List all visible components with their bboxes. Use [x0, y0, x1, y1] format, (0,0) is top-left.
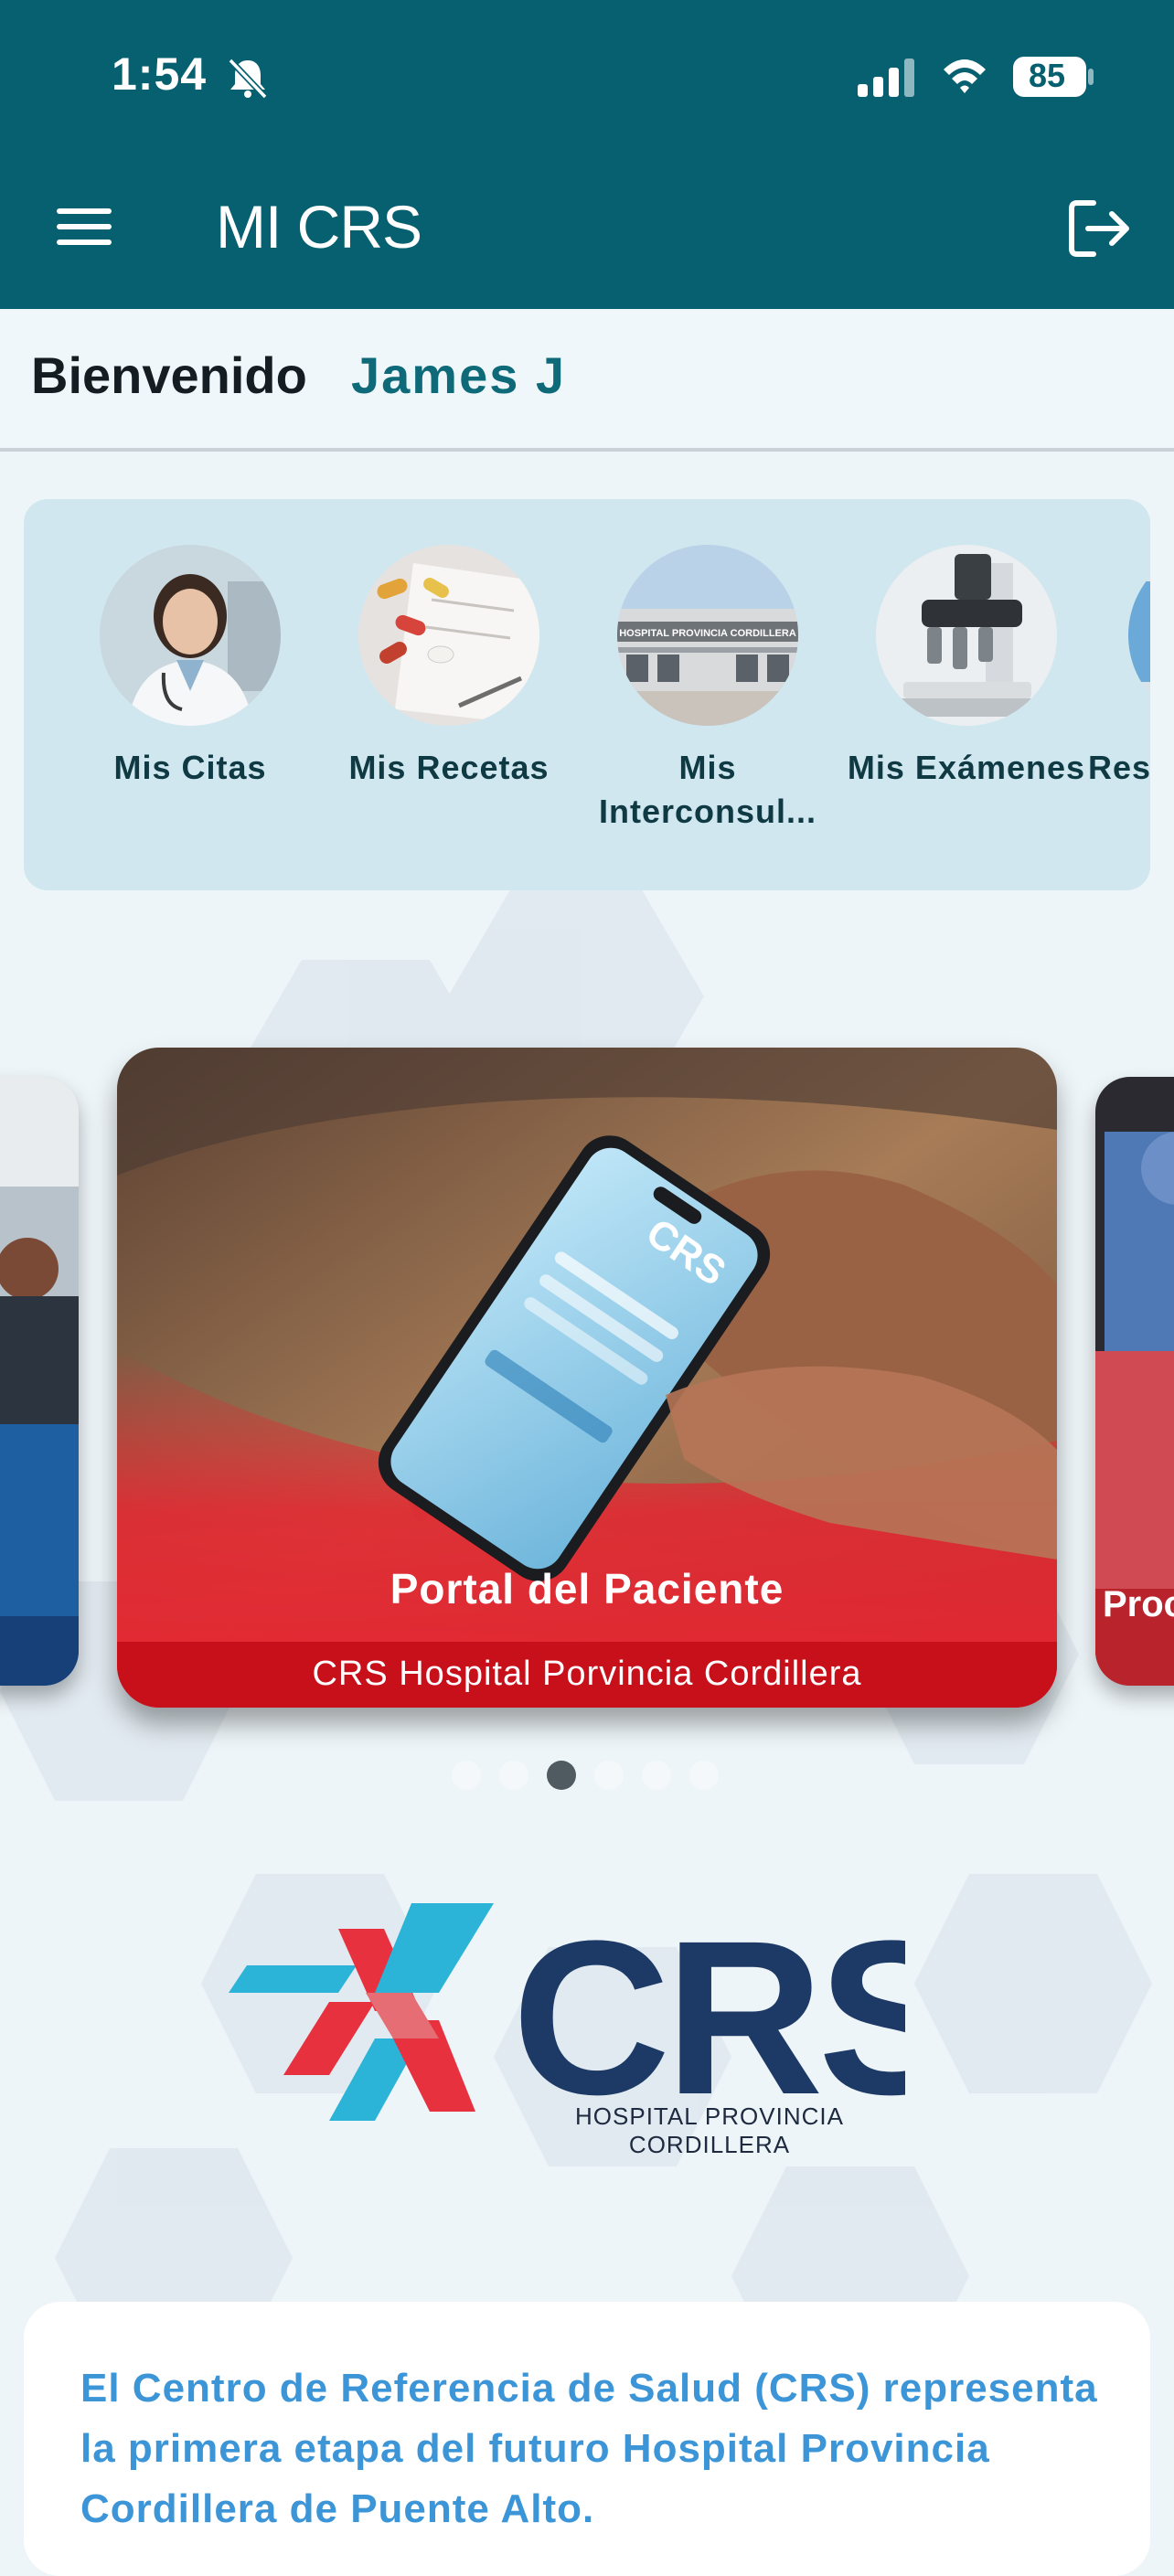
- quick-access-label: Mis Recetas: [348, 749, 550, 786]
- welcome-banner: Bienvenido James J: [0, 309, 1174, 452]
- svg-text:HOSPITAL PROVINCIA CORDILLERA: HOSPITAL PROVINCIA CORDILLERA: [619, 628, 796, 639]
- crs-star-mark: [229, 1903, 494, 2121]
- user-name: James J: [351, 346, 567, 404]
- quick-access-mis-citas[interactable]: Mis Citas: [67, 545, 314, 790]
- doctor-photo: [100, 545, 281, 726]
- carousel-dot-active[interactable]: [547, 1761, 576, 1790]
- carousel-dot[interactable]: [642, 1761, 671, 1790]
- carousel-pagination: [452, 1761, 726, 1792]
- hamburger-menu-icon[interactable]: [55, 203, 113, 250]
- pills-photo: [358, 545, 539, 726]
- logo-subtitle: HOSPITAL PROVINCIA CORDILLERA: [575, 2102, 844, 2158]
- carousel-card-portal-paciente[interactable]: CRS Portal del Paciente CRS Hospital Por…: [117, 1048, 1057, 1708]
- signal-icon: [858, 59, 914, 97]
- quick-access-label: Res: [1088, 749, 1150, 786]
- carousel-card-title: Portal del Paciente: [390, 1565, 784, 1613]
- carousel-card-subtitle: CRS Hospital Porvincia Cordillera: [312, 1655, 862, 1693]
- quick-access-label: Mis Exámenes: [847, 749, 1086, 786]
- wifi-icon: [944, 59, 986, 93]
- status-time: 1:54: [112, 48, 208, 100]
- logout-icon[interactable]: [1066, 196, 1132, 261]
- battery-level: 85: [1028, 57, 1066, 94]
- carousel-peek-label: Proc: [1103, 1584, 1174, 1624]
- quick-access-panel: Mis Citas Mis Recetas HOSPITAL PROVINCIA…: [24, 499, 1150, 890]
- info-card: El Centro de Referencia de Salud (CRS) r…: [24, 2302, 1150, 2576]
- bell-slash-icon: [228, 58, 268, 99]
- quick-access-label: Mis Interconsul...: [598, 749, 817, 830]
- status-bar: 1:54 85: [0, 0, 1174, 155]
- carousel-dot[interactable]: [452, 1761, 481, 1790]
- news-carousel: CRS Portal del Paciente CRS Hospital Por…: [0, 1042, 1174, 1719]
- quick-access-mis-interconsultas[interactable]: HOSPITAL PROVINCIA CORDILLERA Mis Interc…: [584, 545, 831, 834]
- carousel-dot[interactable]: [499, 1761, 528, 1790]
- quick-access-mis-examenes[interactable]: Mis Exámenes: [843, 545, 1090, 790]
- quick-access-partial-item[interactable]: Res: [1084, 545, 1150, 790]
- carousel-card-next[interactable]: Proc: [1095, 1077, 1174, 1686]
- quick-access-label: Mis Citas: [113, 749, 267, 786]
- quick-access-mis-recetas[interactable]: Mis Recetas: [326, 545, 572, 790]
- app-bar: MI CRS: [0, 155, 1174, 309]
- microscope-photo: [876, 545, 1057, 726]
- crs-logo: CRS HOSPITAL PROVINCIA CORDILLERA: [229, 1892, 965, 2158]
- partial-photo: [1128, 545, 1150, 726]
- carousel-dot[interactable]: [689, 1761, 719, 1790]
- info-text: El Centro de Referencia de Salud (CRS) r…: [80, 2366, 1098, 2531]
- carousel-card-previous[interactable]: [0, 1077, 79, 1686]
- carousel-dot[interactable]: [594, 1761, 624, 1790]
- welcome-label: Bienvenido: [31, 346, 307, 404]
- hospital-building-photo: HOSPITAL PROVINCIA CORDILLERA: [617, 545, 798, 726]
- app-title: MI CRS: [216, 193, 422, 261]
